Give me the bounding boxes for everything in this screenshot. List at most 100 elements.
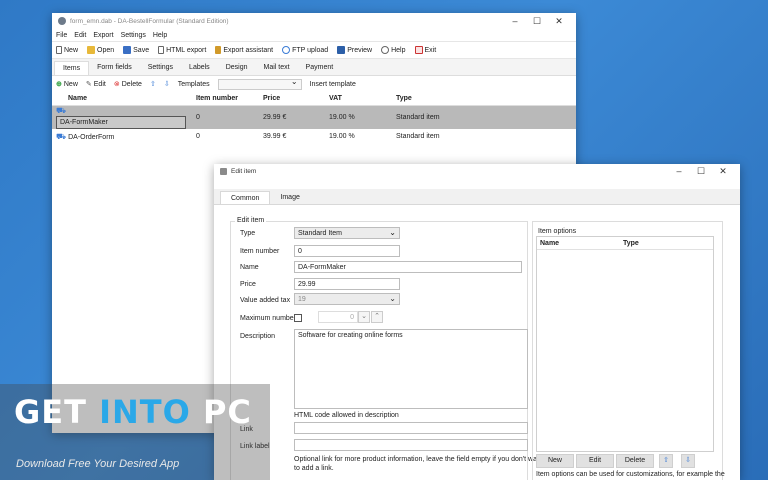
cart-icon: ⛟ <box>56 131 67 141</box>
wand-icon <box>215 46 222 54</box>
insert-template-button[interactable]: Insert template <box>310 81 356 88</box>
chevron-down-icon: ⌄ <box>389 294 396 303</box>
ftp-upload-button[interactable]: FTP upload <box>282 46 328 54</box>
column-vat[interactable]: VAT <box>325 92 392 106</box>
max-number-label: Maximum number <box>240 315 297 322</box>
decrement-icon[interactable]: ⌄ <box>358 311 370 323</box>
dialog-close-icon[interactable]: ✕ <box>712 166 734 177</box>
watermark-into: INTO <box>99 393 191 431</box>
menu-edit[interactable]: Edit <box>74 32 86 39</box>
tab-common[interactable]: Common <box>220 191 271 204</box>
preview-button[interactable]: Preview <box>337 46 372 54</box>
tab-image[interactable]: Image <box>270 191 309 204</box>
dialog-minimize-icon[interactable]: – <box>668 166 690 177</box>
watermark-pc: PC <box>190 393 252 431</box>
row-vat: 19.00 % <box>325 105 392 129</box>
item-new-button[interactable]: ⊕ New <box>56 80 78 89</box>
option-move-down-icon[interactable]: ⇩ <box>681 454 695 468</box>
option-move-up-icon[interactable]: ⇧ <box>659 454 673 468</box>
type-select[interactable]: Standard Item ⌄ <box>294 227 400 239</box>
option-delete-button[interactable]: Delete <box>616 454 654 468</box>
row-number: 0 <box>196 133 200 140</box>
tab-items[interactable]: Items <box>54 61 90 75</box>
item-delete-button[interactable]: ⊗ Delete <box>113 80 142 89</box>
vat-label: Value added tax <box>240 297 291 304</box>
tab-mail-text[interactable]: Mail text <box>255 61 297 75</box>
open-folder-icon <box>87 46 96 54</box>
save-button[interactable]: Save <box>123 46 149 54</box>
row-name: DA-OrderForm <box>68 133 115 141</box>
max-number-input[interactable]: 0 <box>318 311 358 323</box>
pencil-icon: ✎ <box>85 81 92 88</box>
max-number-checkbox[interactable] <box>294 314 302 322</box>
move-up-icon[interactable]: ⇧ <box>150 80 156 88</box>
edit-item-dialog: Edit item – ☐ ✕ Common Image Edit item T… <box>214 164 740 480</box>
type-value: Standard Item <box>298 230 342 237</box>
increment-icon[interactable]: ⌃ <box>371 311 383 323</box>
option-new-button[interactable]: New <box>536 454 574 468</box>
maximize-icon[interactable]: ☐ <box>526 16 548 27</box>
menu-help[interactable]: Help <box>153 32 167 39</box>
column-type[interactable]: Type <box>392 92 576 106</box>
row-price: 29.99 € <box>259 105 325 129</box>
templates-select[interactable] <box>217 77 302 90</box>
watermark-subtitle: Download Free Your Desired App <box>16 458 180 470</box>
tab-labels[interactable]: Labels <box>181 61 218 75</box>
row-number: 0 <box>192 105 259 129</box>
cart-icon: ⛟ <box>56 105 67 115</box>
option-edit-button[interactable]: Edit <box>576 454 614 468</box>
main-toolbar: New Open Save HTML export Export assista… <box>52 41 576 59</box>
tab-payment[interactable]: Payment <box>298 61 342 75</box>
move-down-icon[interactable]: ⇩ <box>164 80 170 88</box>
dialog-maximize-icon[interactable]: ☐ <box>690 166 712 177</box>
chevron-down-icon: ⌄ <box>389 228 396 237</box>
vat-select[interactable]: 19 ⌄ <box>294 293 400 305</box>
dialog-titlebar: Edit item – ☐ ✕ <box>214 164 740 179</box>
dialog-tabs: Common Image <box>214 189 740 205</box>
link-input[interactable] <box>294 422 528 434</box>
table-row[interactable]: ⛟ DA-OrderForm 0 39.99 € 19.00 % Standard… <box>52 129 576 145</box>
item-number-input[interactable]: 0 <box>294 245 400 257</box>
link-label-input[interactable] <box>294 439 528 451</box>
name-input[interactable]: DA-FormMaker <box>294 261 522 273</box>
menu-file[interactable]: File <box>56 32 67 39</box>
tab-settings[interactable]: Settings <box>140 61 181 75</box>
help-button[interactable]: Help <box>381 46 406 54</box>
row-name-editor[interactable]: DA-FormMaker <box>56 115 186 129</box>
edit-item-group-title: Edit item <box>235 217 267 224</box>
dialog-title: Edit item <box>231 168 257 175</box>
options-column-type[interactable]: Type <box>623 240 639 247</box>
table-header: Name Item number Price VAT Type <box>52 92 576 106</box>
row-name-cell: ⛟DA-FormMaker <box>52 105 192 129</box>
options-column-name[interactable]: Name <box>537 240 623 247</box>
column-name[interactable]: Name <box>52 92 192 106</box>
column-item-number[interactable]: Item number <box>192 92 259 106</box>
item-options-list[interactable]: Name Type <box>536 236 714 452</box>
preview-icon <box>337 46 346 54</box>
price-label: Price <box>240 281 256 288</box>
exit-button[interactable]: Exit <box>414 46 436 54</box>
items-subbar: ⊕New ✎Edit ⊗Delete ⇧ ⇩ Templates Insert … <box>52 76 576 92</box>
open-button[interactable]: Open <box>87 46 114 54</box>
row-price: 39.99 € <box>263 133 287 140</box>
items-table: Name Item number Price VAT Type ⛟DA-Form… <box>52 92 576 145</box>
menu-export[interactable]: Export <box>93 32 113 39</box>
menu-settings[interactable]: Settings <box>121 32 146 39</box>
new-button[interactable]: New <box>56 46 78 54</box>
column-price[interactable]: Price <box>259 92 325 106</box>
delete-icon: ⊗ <box>113 81 120 88</box>
description-textarea[interactable]: Software for creating online forms <box>294 329 528 409</box>
tab-form-fields[interactable]: Form fields <box>89 61 140 75</box>
export-assistant-button[interactable]: Export assistant <box>215 46 273 54</box>
vat-value: 19 <box>298 296 306 303</box>
name-label: Name <box>240 264 259 271</box>
html-export-button[interactable]: HTML export <box>158 46 206 54</box>
close-icon[interactable]: ✕ <box>548 16 570 27</box>
item-edit-button[interactable]: ✎ Edit <box>85 80 106 89</box>
help-icon <box>381 46 390 54</box>
price-input[interactable]: 29.99 <box>294 278 400 290</box>
description-label: Description <box>240 333 276 340</box>
table-row[interactable]: ⛟DA-FormMaker 0 29.99 € 19.00 % Standard… <box>52 105 576 129</box>
minimize-icon[interactable]: – <box>504 16 526 27</box>
tab-design[interactable]: Design <box>218 61 256 75</box>
